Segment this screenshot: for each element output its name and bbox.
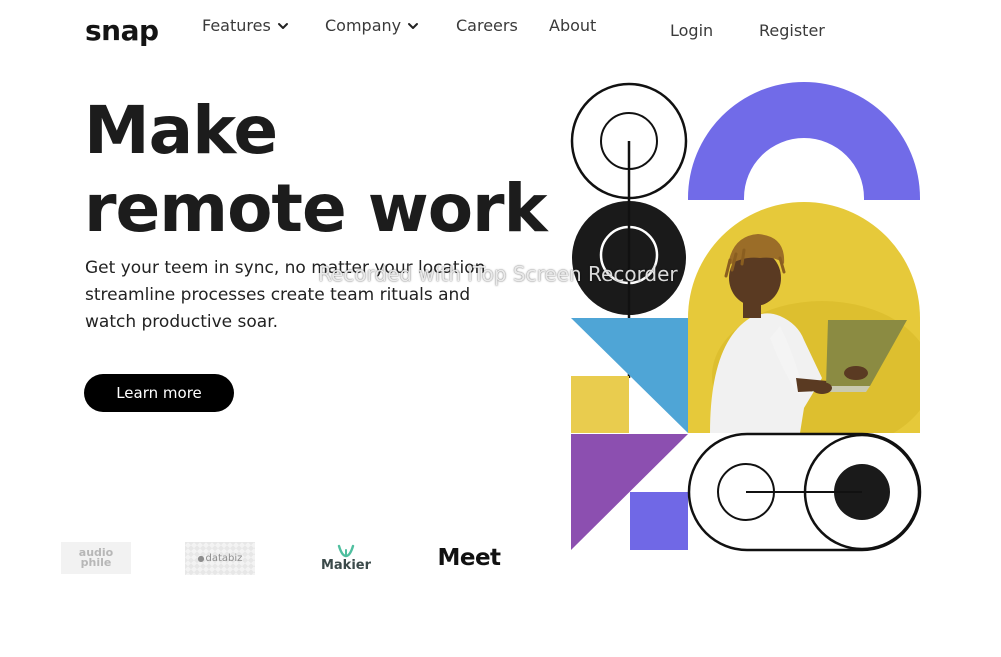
nav-company-label: Company bbox=[325, 16, 402, 35]
brand-audiophile-logo: audio phile bbox=[61, 542, 131, 574]
chevron-down-icon bbox=[408, 22, 419, 29]
login-link[interactable]: Login bbox=[670, 21, 713, 40]
brand-databiz-text: databiz bbox=[205, 553, 243, 564]
landing-page: snap Features Company Careers About Logi… bbox=[0, 0, 1001, 657]
makier-leaf-icon bbox=[337, 544, 355, 557]
brand-databiz-logo: ● databiz bbox=[185, 542, 255, 575]
hero-illustration bbox=[570, 82, 922, 552]
purple-arch-shape bbox=[688, 82, 920, 200]
nav-careers[interactable]: Careers bbox=[456, 16, 518, 35]
brand-makier-logo: Makier bbox=[318, 540, 374, 576]
register-link[interactable]: Register bbox=[759, 21, 825, 40]
hero-title: Make remote work bbox=[84, 92, 547, 248]
nav-about[interactable]: About bbox=[549, 16, 596, 35]
hero-title-line1: Make bbox=[84, 92, 278, 169]
nav-careers-label: Careers bbox=[456, 16, 518, 35]
yellow-square-shape bbox=[571, 376, 629, 433]
nav-features-label: Features bbox=[202, 16, 271, 35]
learn-more-button[interactable]: Learn more bbox=[84, 374, 234, 412]
nav-company[interactable]: Company bbox=[325, 16, 419, 35]
databiz-dot-icon: ● bbox=[197, 554, 205, 563]
hero-title-line2: remote work bbox=[84, 170, 547, 247]
brand-audiophile-line2: phile bbox=[80, 556, 112, 569]
logo[interactable]: snap bbox=[85, 14, 159, 47]
brand-makier-text: Makier bbox=[320, 557, 372, 573]
nav-about-label: About bbox=[549, 16, 597, 35]
brand-meet-logo: Meet bbox=[437, 545, 501, 571]
hero-description: Get your teem in sync, no matter your lo… bbox=[85, 258, 486, 332]
nav-features[interactable]: Features bbox=[202, 16, 289, 35]
purple-square-shape bbox=[630, 492, 688, 550]
chevron-down-icon bbox=[277, 22, 288, 29]
